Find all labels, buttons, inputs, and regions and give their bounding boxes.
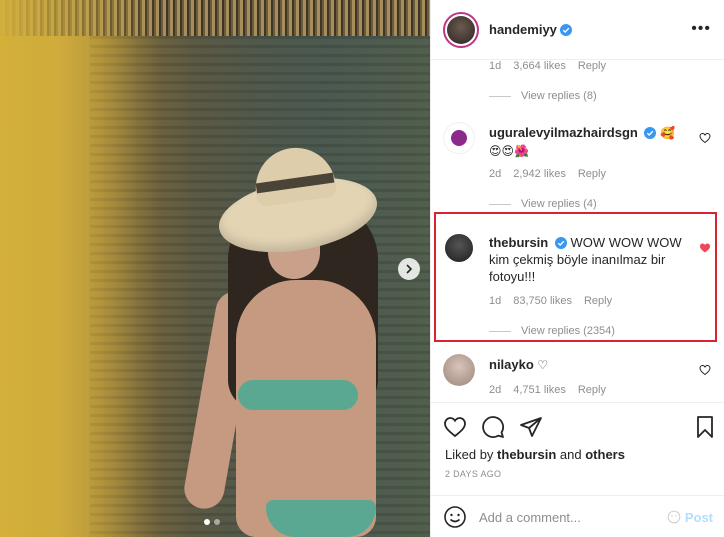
- comment-item: nilayko ♡ 2d 4,751 likes Reply: [443, 354, 715, 396]
- author-avatar[interactable]: [443, 11, 479, 48]
- post-time-ago[interactable]: 2 DAYS AGO: [445, 469, 501, 479]
- comment-time: 2d: [489, 168, 502, 180]
- post-actions: Liked by thebursin and others 2 DAYS AGO…: [431, 402, 724, 537]
- comment-body: uguralevyilmazhairdsgn 🥰 😍😍🌺: [489, 122, 715, 160]
- commenter-avatar[interactable]: [443, 122, 475, 154]
- view-replies-label: View replies (8): [521, 90, 597, 102]
- view-replies-button[interactable]: View replies (4): [489, 198, 715, 210]
- photo-figure-bottom: [266, 500, 376, 537]
- add-comment-input[interactable]: [479, 509, 667, 525]
- comments-list: 1d 3,664 likes Reply View replies (8) ug…: [431, 60, 724, 402]
- share-send-icon[interactable]: [519, 415, 543, 439]
- like-heart-icon[interactable]: [443, 415, 467, 439]
- post-side-panel: handemiyy ••• 1d 3,664 likes Reply View …: [430, 0, 724, 537]
- commenter-username[interactable]: uguralevyilmazhairdsgn: [489, 125, 638, 140]
- emoji-smiley-icon[interactable]: [443, 505, 467, 529]
- comment-body: nilayko ♡: [489, 354, 715, 374]
- liked-by-prefix: Liked by: [445, 447, 494, 462]
- commenter-avatar[interactable]: [443, 354, 475, 386]
- bookmark-icon[interactable]: [693, 415, 717, 439]
- author-username[interactable]: handemiyy: [489, 22, 557, 37]
- carousel-dot-active: [204, 519, 210, 525]
- liked-by-line: Liked by thebursin and others: [445, 447, 625, 462]
- like-comment-heart-icon[interactable]: [699, 364, 711, 376]
- verified-badge-icon: [559, 23, 572, 36]
- post-emoji-icon: [667, 510, 681, 524]
- comment-item: uguralevyilmazhairdsgn 🥰 😍😍🌺 2d 2,942 li…: [443, 122, 715, 210]
- reply-button[interactable]: Reply: [578, 168, 606, 180]
- comment-time: 2d: [489, 384, 502, 396]
- comment-likes[interactable]: 3,664 likes: [513, 60, 566, 72]
- reply-button[interactable]: Reply: [578, 384, 606, 396]
- view-replies-label: View replies (4): [521, 198, 597, 210]
- comment-likes[interactable]: 4,751 likes: [513, 384, 566, 396]
- photo-figure-top: [238, 380, 358, 410]
- more-options-icon[interactable]: •••: [691, 20, 711, 38]
- comment-time: 1d: [489, 60, 502, 72]
- next-image-button[interactable]: [398, 258, 420, 280]
- comment-meta: 1d 3,664 likes Reply: [489, 60, 715, 72]
- reply-button[interactable]: Reply: [578, 60, 606, 72]
- comment-bubble-icon[interactable]: [481, 415, 505, 439]
- view-replies-button[interactable]: View replies (8): [489, 90, 715, 102]
- comment-text: ♡: [537, 358, 549, 372]
- commenter-username[interactable]: nilayko: [489, 357, 534, 372]
- liked-by-others[interactable]: others: [585, 447, 625, 462]
- carousel-dots: [204, 519, 220, 525]
- post-photo[interactable]: [0, 0, 430, 537]
- verified-badge-icon: [644, 127, 657, 139]
- chevron-right-icon: [406, 264, 413, 274]
- add-comment-bar: Post: [431, 495, 724, 537]
- carousel-dot: [214, 519, 220, 525]
- action-icons: [443, 415, 543, 439]
- highlight-box: [434, 212, 717, 342]
- liked-by-and: and: [559, 447, 582, 462]
- post-button-label: Post: [684, 509, 713, 525]
- comment-text-line2: 😍😍🌺: [489, 144, 529, 158]
- comment-item: 1d 3,664 likes Reply View replies (8): [443, 60, 715, 102]
- liked-by-user[interactable]: thebursin: [497, 447, 556, 462]
- post-button[interactable]: Post: [667, 510, 713, 525]
- comment-text: 🥰: [660, 126, 676, 140]
- post-header: handemiyy •••: [431, 0, 724, 60]
- like-comment-heart-icon[interactable]: [699, 132, 711, 144]
- comment-likes[interactable]: 2,942 likes: [513, 168, 566, 180]
- photo-light-haze: [0, 0, 160, 537]
- comment-meta: 2d 4,751 likes Reply: [489, 384, 715, 396]
- comment-meta: 2d 2,942 likes Reply: [489, 168, 715, 180]
